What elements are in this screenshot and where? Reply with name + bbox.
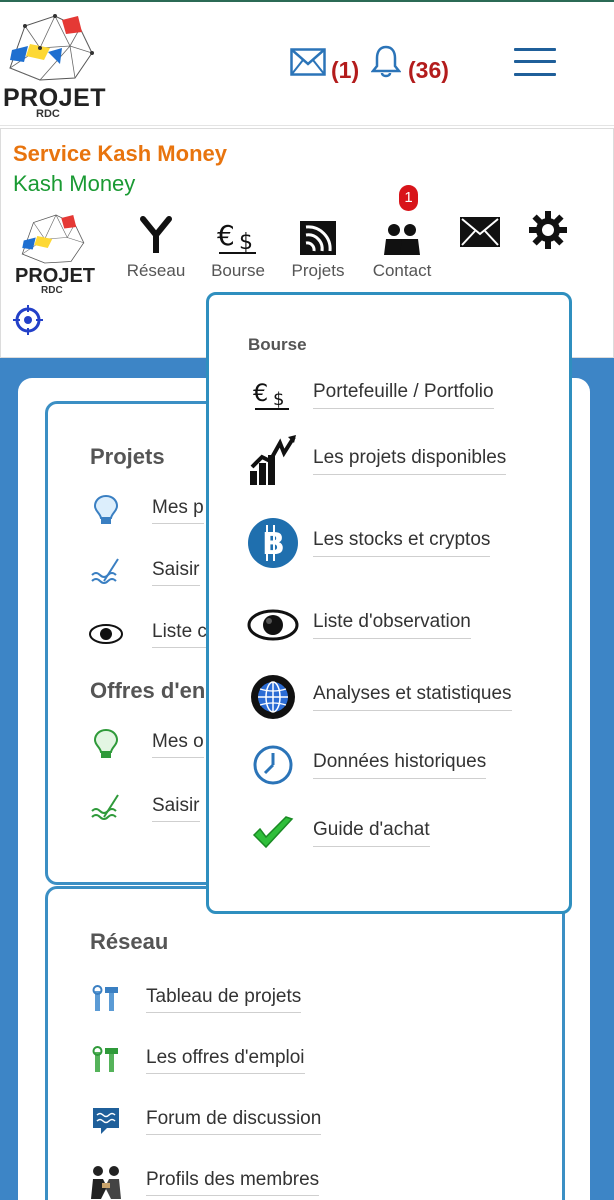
signature-icon [91,558,119,584]
list-item[interactable]: Profils des membres [88,1164,320,1200]
menu-item-historical-data[interactable]: Données historiques [247,739,487,791]
mail-count[interactable]: (1) [331,57,359,84]
list-item[interactable]: Liste c [88,616,207,652]
list-item-label: Mes o [152,731,204,758]
top-header: PROJET RDC (1) (36) [0,0,614,126]
target-icon[interactable] [11,303,45,337]
contact-badge: 1 [399,185,418,211]
nav-projets-label: Projets [291,261,345,280]
network-fork-icon [140,216,172,253]
list-item-label: Tableau de projets [146,986,302,1013]
lightbulb-icon [93,728,119,758]
globe-icon [251,675,295,719]
checkmark-icon [252,816,294,849]
nav-contact-label: Contact [372,261,432,280]
reseau-section-title: Réseau [90,929,169,954]
offres-section-title: Offres d'en [90,678,206,703]
menu-item-watchlist[interactable]: Liste d'observation [247,599,471,651]
elephant-logo-icon [21,214,85,264]
dropdown-title: Bourse [248,335,307,354]
menu-item-buying-guide[interactable]: Guide d'achat [247,807,430,859]
menu-item-portfolio[interactable]: € $ Portefeuille / Portfolio [247,369,494,421]
nav-settings[interactable] [526,209,570,249]
nav-messages[interactable] [457,209,503,247]
projets-section-title: Projets [90,444,165,469]
list-item-label: Les offres d'emploi [146,1047,305,1074]
list-item[interactable]: Les offres d'emploi [88,1042,305,1078]
nav-reseau[interactable]: Réseau [123,209,189,281]
elephant-logo-icon [9,14,94,81]
reseau-card: Réseau Tableau de projets Les offres d'e… [45,886,565,1200]
bitcoin-icon: B [248,518,298,568]
tools-icon [92,985,118,1011]
list-item-label: Mes p [152,497,204,524]
nav-reseau-label: Réseau [126,261,186,280]
nav-bourse-label: Bourse [211,261,265,280]
service-logo-subtext: RDC [41,285,63,296]
menu-item-projects-available[interactable]: Les projets disponibles [247,435,507,487]
mail-icon[interactable] [290,48,326,76]
menu-item-label: Analyses et statistiques [313,683,512,711]
hamburger-menu-icon[interactable] [514,46,558,78]
service-subtitle: Kash Money [13,171,136,196]
svg-text:$: $ [239,230,253,255]
menu-item-label: Les stocks et cryptos [313,529,491,557]
stock-chart-icon [250,435,296,485]
eye-icon [89,624,123,644]
logo-subtext: RDC [36,108,60,120]
tools-icon [92,1046,118,1072]
menu-item-label: Guide d'achat [313,819,430,847]
currency-icon: € $ [217,219,256,255]
nav-contact[interactable]: Contact [365,209,439,281]
menu-item-label: Liste d'observation [313,611,471,639]
bourse-dropdown-menu: Bourse € $ Portefeuille / Portfolio Les … [206,292,572,914]
list-item-label: Saisir [152,795,200,822]
list-item[interactable]: Saisir [88,554,200,590]
svg-text:€: € [217,219,235,252]
clock-icon [253,745,293,785]
mail-icon [460,217,500,247]
bell-icon[interactable] [371,44,401,78]
notification-count[interactable]: (36) [408,57,449,84]
list-item[interactable]: Mes o [88,726,204,762]
signature-icon [91,794,119,820]
eye-icon [247,609,299,641]
nav-projets[interactable]: Projets [285,209,351,281]
handshake-icon [91,1166,121,1199]
chat-bubble-icon [93,1108,119,1134]
people-icon [384,224,420,255]
list-item-label: Liste c [152,621,207,648]
list-item[interactable]: Mes p [88,492,204,528]
list-item[interactable]: Tableau de projets [88,981,302,1017]
list-item[interactable]: Saisir [88,790,200,826]
menu-item-stocks-cryptos[interactable]: B Les stocks et cryptos [247,517,491,569]
menu-item-analytics[interactable]: Analyses et statistiques [247,671,512,723]
list-item-label: Saisir [152,559,200,586]
list-item[interactable]: Forum de discussion [88,1103,322,1139]
menu-item-label: Portefeuille / Portfolio [313,381,494,409]
lightbulb-icon [93,494,119,524]
rss-icon [300,221,336,255]
currency-icon: € $ [253,379,289,410]
projet-rdc-logo[interactable]: PROJET RDC [0,8,110,120]
menu-item-label: Les projets disponibles [313,447,507,475]
svg-text:€: € [253,379,268,407]
gear-icon [529,211,567,249]
svg-text:$: $ [273,389,284,410]
menu-item-label: Données historiques [313,751,487,779]
service-title: Service Kash Money [13,141,227,166]
list-item-label: Forum de discussion [146,1108,322,1135]
nav-bourse[interactable]: € $ Bourse [205,209,271,281]
list-item-label: Profils des membres [146,1169,320,1196]
